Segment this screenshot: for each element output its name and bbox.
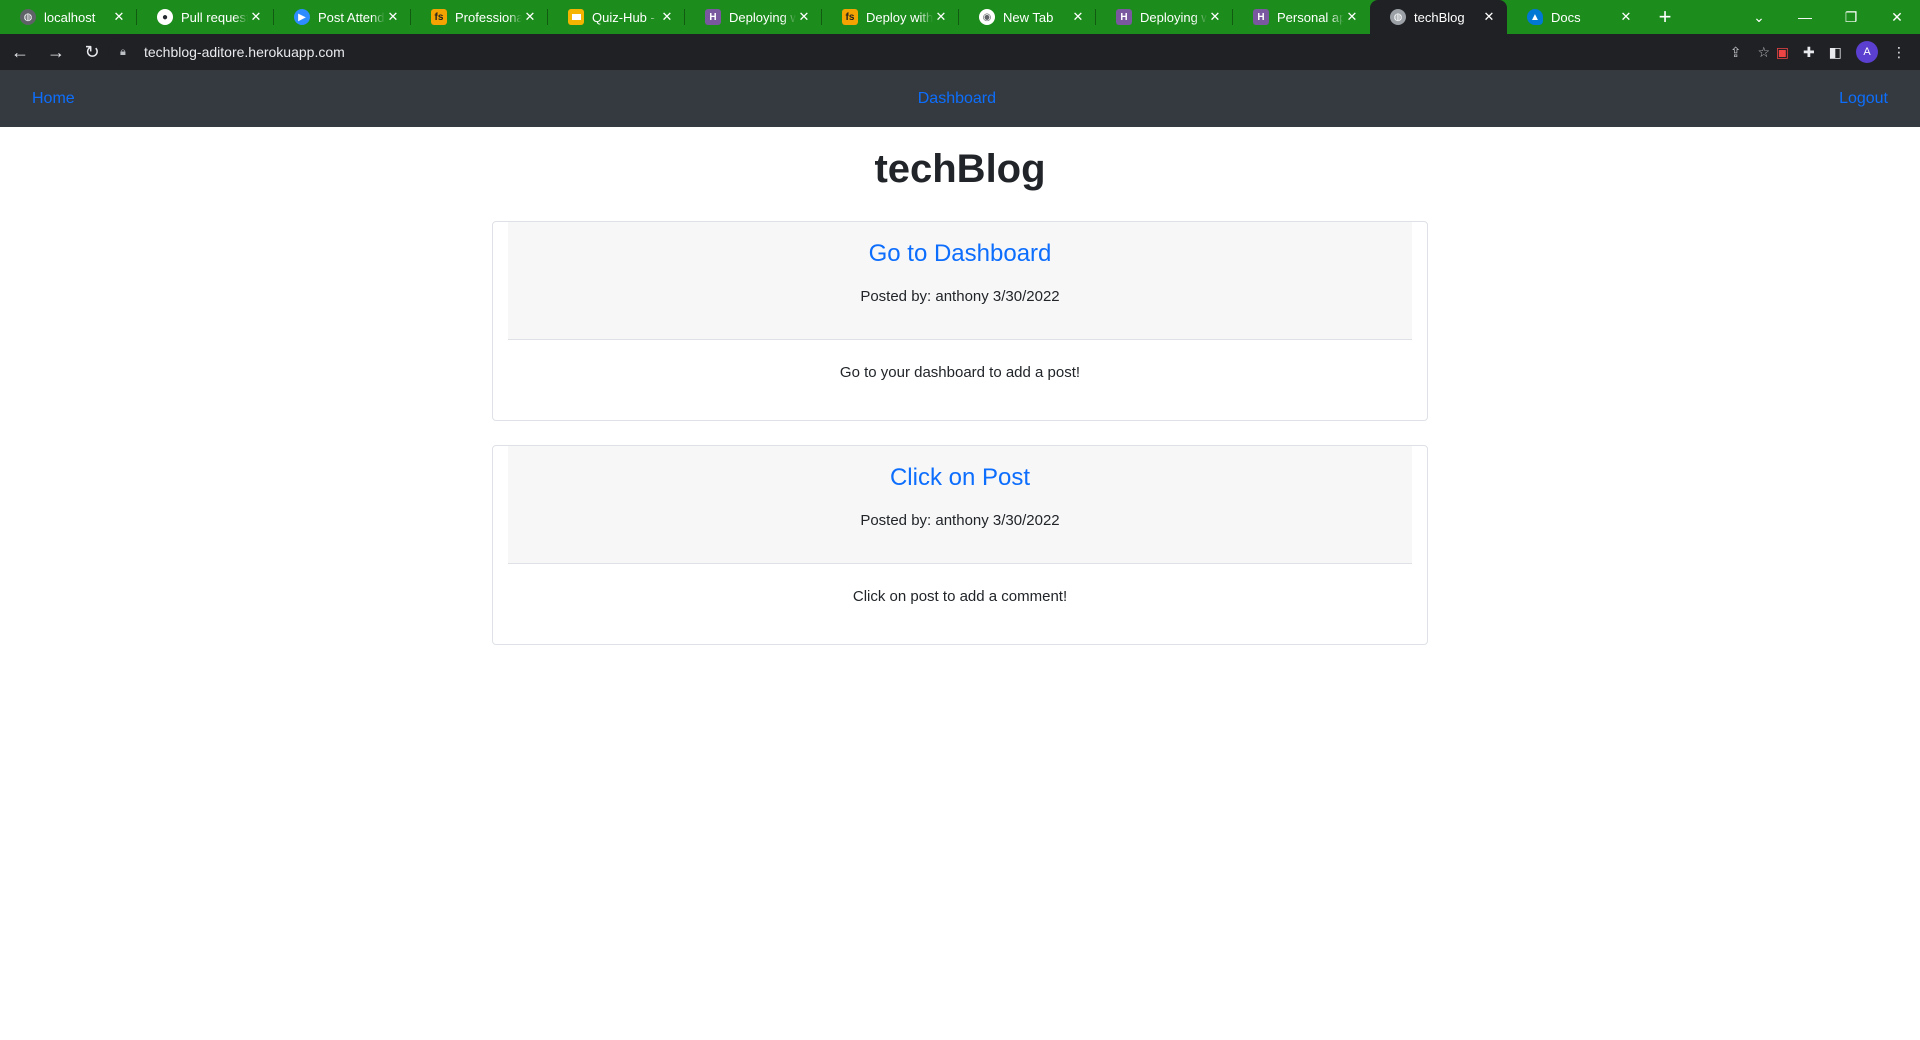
github-icon: ● — [157, 9, 173, 25]
close-icon[interactable]: ✕ — [1618, 9, 1634, 25]
reload-icon[interactable]: ↻ — [76, 36, 108, 68]
bookmark-star-icon[interactable]: ☆ — [1757, 44, 1770, 61]
fs-icon: fs — [431, 9, 447, 25]
nav-link-dashboard[interactable]: Dashboard — [918, 90, 996, 108]
tab-list: ◍ localhost ✕ ● Pull requests ✕ ▶ Post A… — [0, 0, 1644, 34]
tab-title: Deploying wit — [1140, 9, 1207, 25]
close-icon[interactable]: ✕ — [1344, 9, 1360, 25]
restore-icon[interactable]: ❐ — [1828, 9, 1874, 26]
close-icon[interactable]: ✕ — [248, 9, 264, 25]
web-page: Home Dashboard Logout techBlog Go to Das… — [0, 70, 1920, 1040]
browser-tab[interactable]: H Deploying wit ✕ — [685, 0, 822, 34]
close-icon[interactable]: ✕ — [1481, 9, 1497, 25]
extensions-area: ▣ ✚ ◧ A ⋮ — [1776, 34, 1920, 70]
back-arrow-icon[interactable]: ← — [4, 36, 36, 68]
browser-tab[interactable]: ▶ Post Attendee ✕ — [274, 0, 411, 34]
lock-icon: 🔒︎ — [120, 45, 126, 58]
post-meta: Posted by: anthony 3/30/2022 — [860, 288, 1060, 305]
browser-toolbar: ← → ↻ 🔒︎ techblog-aditore.herokuapp.com … — [0, 34, 1920, 70]
close-icon[interactable]: ✕ — [111, 9, 127, 25]
post-card: Click on Post Posted by: anthony 3/30/20… — [492, 445, 1428, 645]
post-header: Go to Dashboard Posted by: anthony 3/30/… — [508, 222, 1412, 340]
url-text: techblog-aditore.herokuapp.com — [144, 44, 345, 60]
globe-icon: ◍ — [20, 9, 36, 25]
tab-title: Pull requests — [181, 9, 248, 25]
close-icon[interactable]: ✕ — [933, 9, 949, 25]
close-icon[interactable]: ✕ — [659, 9, 675, 25]
tab-title: Post Attendee — [318, 9, 385, 25]
minimize-icon[interactable]: — — [1782, 9, 1828, 25]
address-bar-actions: ⇪ ☆ — [1730, 34, 1770, 70]
browser-tab[interactable]: H Deploying wit ✕ — [1096, 0, 1233, 34]
post-header: Click on Post Posted by: anthony 3/30/20… — [508, 446, 1412, 564]
slides-icon — [568, 9, 584, 25]
chrome-icon: ◉ — [979, 9, 995, 25]
post-list: Go to Dashboard Posted by: anthony 3/30/… — [0, 221, 1920, 645]
close-icon[interactable]: ✕ — [1207, 9, 1223, 25]
close-icon[interactable]: ✕ — [385, 9, 401, 25]
post-body: Go to your dashboard to add a post! — [839, 364, 1081, 381]
browser-tab[interactable]: ◉ New Tab ✕ — [959, 0, 1096, 34]
globe-icon: ◍ — [1390, 9, 1406, 25]
heroku-icon: H — [705, 9, 721, 25]
post-body: Click on post to add a comment! — [852, 588, 1068, 605]
share-icon[interactable]: ⇪ — [1730, 44, 1742, 61]
close-icon[interactable]: ✕ — [796, 9, 812, 25]
window-controls: ⌄ — ❐ ✕ — [1736, 0, 1920, 34]
browser-tab[interactable]: fs Professional F ✕ — [411, 0, 548, 34]
extension-icon[interactable]: ▣ — [1776, 44, 1789, 61]
browser-tab[interactable]: ● Pull requests ✕ — [137, 0, 274, 34]
post-card: Go to Dashboard Posted by: anthony 3/30/… — [492, 221, 1428, 421]
browser-tab-strip: ◍ localhost ✕ ● Pull requests ✕ ▶ Post A… — [0, 0, 1920, 34]
docs-icon: ▲ — [1527, 9, 1543, 25]
address-bar[interactable]: 🔒︎ techblog-aditore.herokuapp.com — [108, 38, 1788, 66]
nav-link-logout[interactable]: Logout — [1839, 90, 1888, 108]
avatar[interactable]: A — [1856, 41, 1878, 63]
browser-tab-active[interactable]: ◍ techBlog ✕ — [1370, 0, 1507, 34]
post-title-link[interactable]: Go to Dashboard — [869, 238, 1052, 270]
tab-title: Quiz-Hub - G — [592, 9, 659, 25]
tab-title: localhost — [44, 9, 96, 25]
close-icon[interactable]: ✕ — [1070, 9, 1086, 25]
new-tab-icon[interactable]: + — [1648, 0, 1682, 34]
zoom-icon: ▶ — [294, 9, 310, 25]
fs-icon: fs — [842, 9, 858, 25]
browser-tab[interactable]: H Personal apps ✕ — [1233, 0, 1370, 34]
browser-tab[interactable]: fs Deploy with H ✕ — [822, 0, 959, 34]
browser-tab[interactable]: Quiz-Hub - G ✕ — [548, 0, 685, 34]
tab-title: Personal apps — [1277, 9, 1344, 25]
tab-title: techBlog — [1414, 9, 1465, 25]
forward-arrow-icon[interactable]: → — [40, 36, 72, 68]
site-navbar: Home Dashboard Logout — [0, 70, 1920, 127]
tab-title: New Tab — [1003, 9, 1054, 25]
tab-search-icon[interactable]: ⌄ — [1736, 9, 1782, 26]
tab-title: Deploy with H — [866, 9, 933, 25]
tab-title: Docs — [1551, 9, 1581, 25]
close-window-icon[interactable]: ✕ — [1874, 9, 1920, 26]
side-panel-icon[interactable]: ◧ — [1829, 44, 1842, 61]
puzzle-icon[interactable]: ✚ — [1803, 44, 1815, 61]
post-meta: Posted by: anthony 3/30/2022 — [860, 512, 1060, 529]
menu-dots-icon[interactable]: ⋮ — [1892, 44, 1906, 61]
nav-link-home[interactable]: Home — [32, 90, 75, 108]
tab-title: Deploying wit — [729, 9, 796, 25]
close-icon[interactable]: ✕ — [522, 9, 538, 25]
browser-tab[interactable]: ◍ localhost ✕ — [0, 0, 137, 34]
browser-tab[interactable]: ▲ Docs ✕ — [1507, 0, 1644, 34]
heroku-icon: H — [1253, 9, 1269, 25]
post-title-link[interactable]: Click on Post — [890, 462, 1030, 494]
tab-title: Professional F — [455, 9, 522, 25]
heroku-icon: H — [1116, 9, 1132, 25]
page-title: techBlog — [874, 147, 1046, 191]
